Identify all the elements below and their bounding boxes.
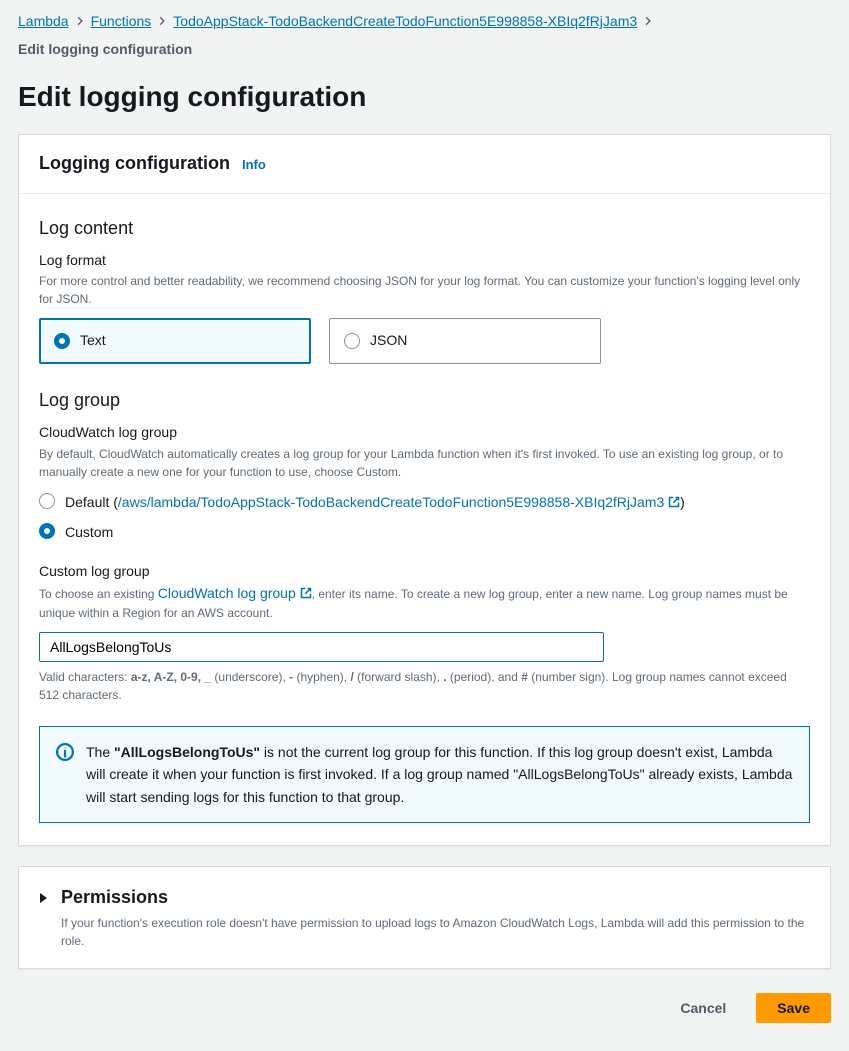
panel-title: Logging configuration	[39, 151, 230, 176]
external-link-icon	[668, 496, 680, 508]
log-group-info-alert: The "AllLogsBelongToUs" is not the curre…	[39, 726, 810, 823]
breadcrumb-link-lambda[interactable]: Lambda	[18, 12, 69, 32]
cloudwatch-log-group-link[interactable]: CloudWatch log group	[158, 585, 312, 601]
log-format-options: Text JSON	[39, 318, 810, 364]
log-content-heading: Log content	[39, 216, 810, 241]
cw-log-group-desc: By default, CloudWatch automatically cre…	[39, 445, 810, 481]
chevron-right-icon	[75, 12, 85, 32]
log-group-custom-text: Custom	[65, 521, 113, 543]
breadcrumb-link-functions[interactable]: Functions	[91, 12, 152, 32]
custom-log-group-hint: Valid characters: a-z, A-Z, 0-9, _ (unde…	[39, 668, 810, 704]
save-button[interactable]: Save	[756, 993, 831, 1023]
log-format-json-label: JSON	[370, 331, 407, 351]
log-format-desc: For more control and better readability,…	[39, 272, 810, 308]
form-footer: Cancel Save	[18, 989, 831, 1027]
breadcrumb-current: Edit logging configuration	[18, 40, 831, 60]
permissions-desc: If your function's execution role doesn'…	[61, 914, 810, 950]
cw-log-group-label: CloudWatch log group	[39, 423, 810, 443]
radio-icon	[54, 333, 70, 349]
log-group-default-radio[interactable]: Default (/aws/lambda/TodoAppStack-TodoBa…	[39, 491, 810, 513]
caret-right-icon[interactable]	[39, 890, 51, 910]
chevron-right-icon	[157, 12, 167, 32]
log-group-heading: Log group	[39, 388, 810, 413]
log-format-label: Log format	[39, 251, 810, 271]
cancel-button[interactable]: Cancel	[660, 993, 746, 1023]
custom-log-group-label: Custom log group	[39, 562, 810, 582]
log-format-json-tile[interactable]: JSON	[329, 318, 601, 364]
log-format-text-label: Text	[80, 331, 106, 351]
permissions-panel: Permissions If your function's execution…	[18, 866, 831, 969]
chevron-right-icon	[643, 12, 653, 32]
info-icon	[56, 743, 74, 761]
page-title: Edit logging configuration	[18, 77, 831, 116]
logging-configuration-panel: Logging configuration Info Log content L…	[18, 134, 831, 846]
default-log-group-link[interactable]: /aws/lambda/TodoAppStack-TodoBackendCrea…	[118, 494, 680, 510]
breadcrumb-link-function[interactable]: TodoAppStack-TodoBackendCreateTodoFuncti…	[173, 12, 637, 32]
default-prefix: Default (	[65, 494, 118, 510]
default-suffix: )	[680, 494, 685, 510]
breadcrumb: Lambda Functions TodoAppStack-TodoBacken…	[18, 12, 831, 59]
permissions-title: Permissions	[61, 885, 810, 910]
panel-header: Logging configuration Info	[19, 135, 830, 193]
radio-icon	[344, 333, 360, 349]
log-group-default-text: Default (/aws/lambda/TodoAppStack-TodoBa…	[65, 491, 685, 513]
log-format-text-tile[interactable]: Text	[39, 318, 311, 364]
log-group-custom-radio[interactable]: Custom	[39, 521, 810, 543]
radio-icon	[39, 523, 55, 539]
custom-log-group-desc: To choose an existing CloudWatch log gro…	[39, 583, 810, 622]
info-link[interactable]: Info	[242, 156, 266, 174]
external-link-icon	[300, 587, 312, 599]
radio-icon	[39, 493, 55, 509]
alert-text: The "AllLogsBelongToUs" is not the curre…	[86, 741, 793, 808]
custom-log-group-input[interactable]	[39, 632, 604, 662]
